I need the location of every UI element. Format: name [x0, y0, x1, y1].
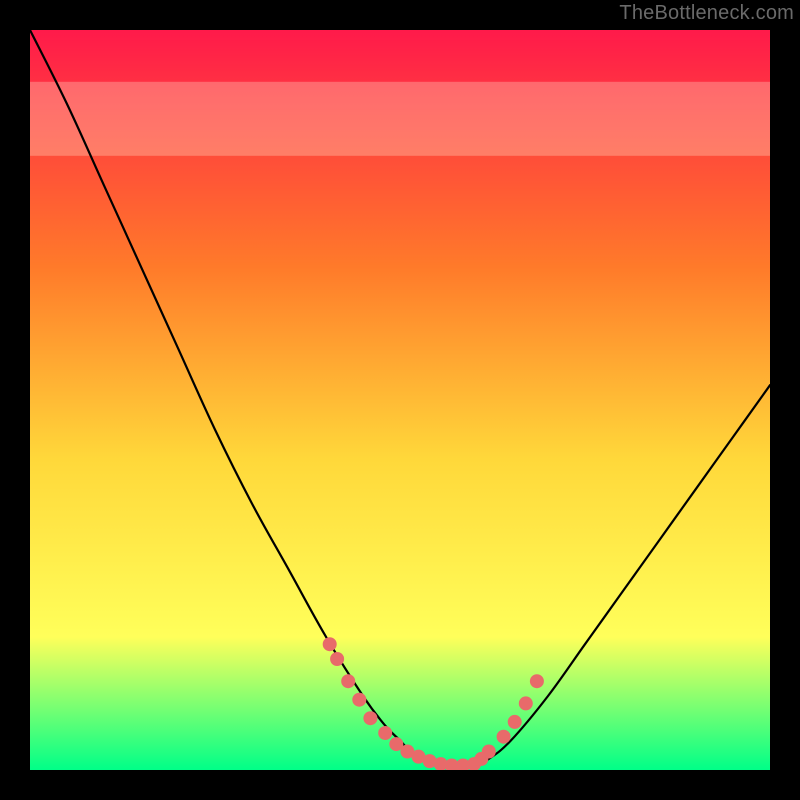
chart-svg — [30, 30, 770, 770]
curve-marker — [497, 730, 511, 744]
plot-area — [30, 30, 770, 770]
curve-marker — [508, 715, 522, 729]
curve-marker — [330, 652, 344, 666]
chart-frame: TheBottleneck.com — [0, 0, 800, 800]
curve-marker — [341, 674, 355, 688]
curve-marker — [323, 637, 337, 651]
curve-marker — [378, 726, 392, 740]
curve-marker — [530, 674, 544, 688]
watermark-text: TheBottleneck.com — [619, 2, 794, 25]
curve-marker — [363, 711, 377, 725]
highlight-band — [30, 82, 770, 156]
curve-marker — [352, 693, 366, 707]
curve-marker — [482, 745, 496, 759]
curve-marker — [519, 696, 533, 710]
